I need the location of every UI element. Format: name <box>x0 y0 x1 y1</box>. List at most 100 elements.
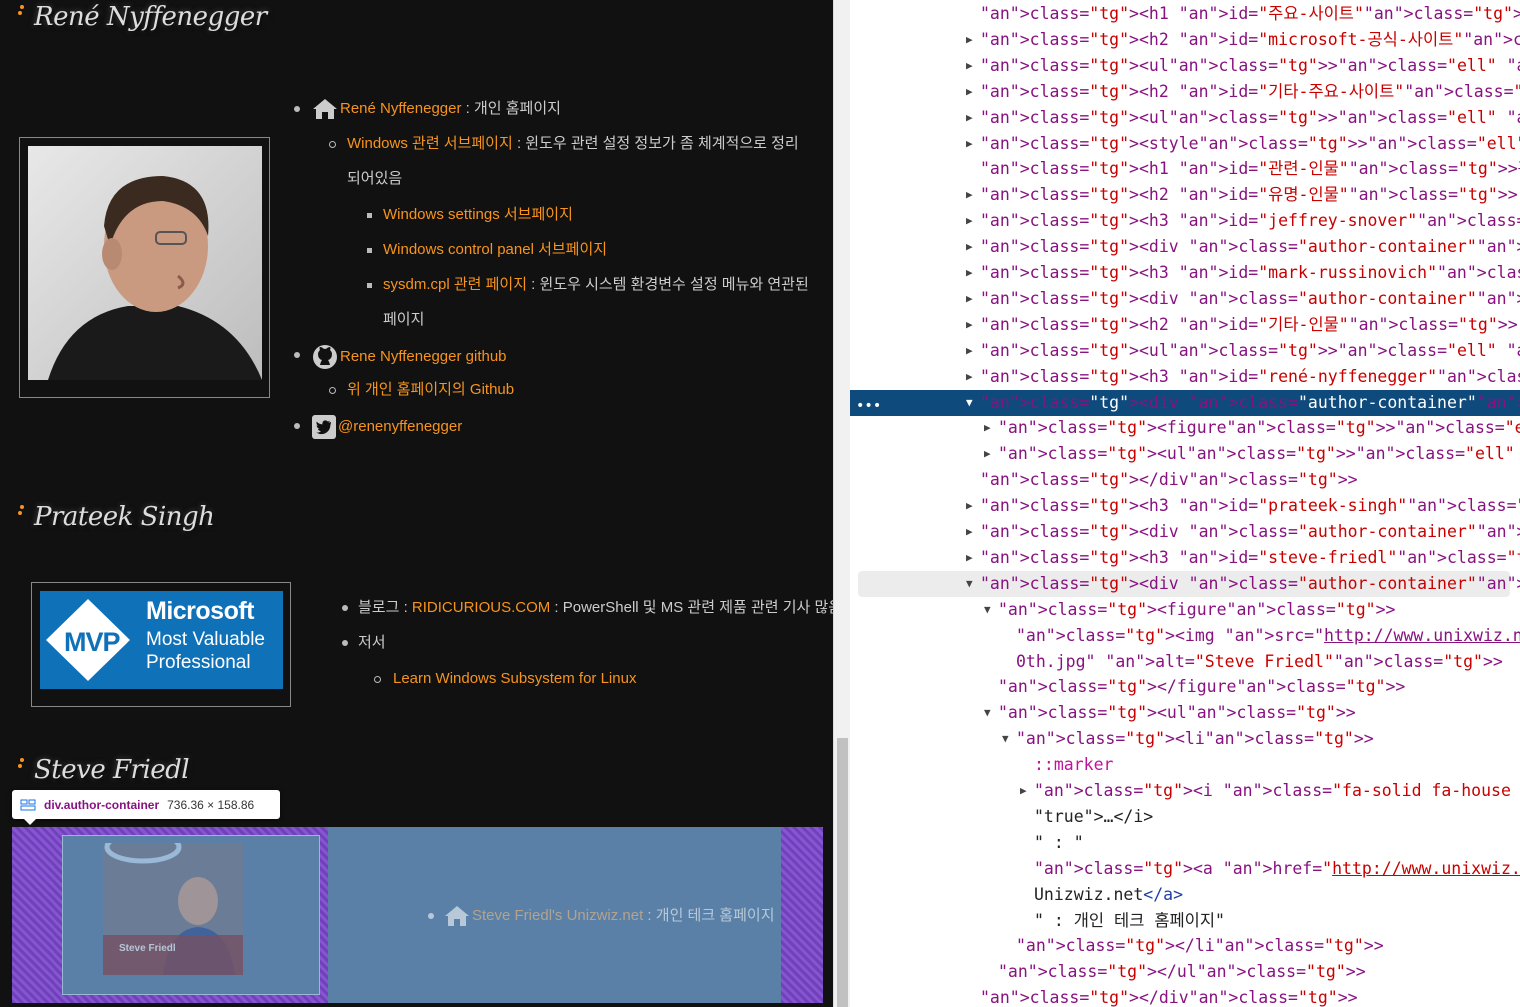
expand-triangle-icon[interactable]: ▶ <box>966 338 973 364</box>
collapse-triangle-icon[interactable]: ▼ <box>984 700 991 726</box>
expand-triangle-icon[interactable]: ▶ <box>966 105 973 131</box>
dom-node-text: "an">class="tg"><img "an">src="http://ww… <box>1016 625 1520 645</box>
expand-triangle-icon[interactable]: ▶ <box>966 545 973 571</box>
windows-control-panel-link[interactable]: Windows control panel 서브페이지 <box>383 241 607 258</box>
windows-subpage-link[interactable]: Windows 관련 서브페이지 <box>347 135 513 152</box>
dom-node-text: "an">class="tg"><h1 "an">id="관련-인물""an">… <box>980 159 1520 179</box>
dom-node-row[interactable]: 0th.jpg" "an">alt="Steve Friedl""an">cla… <box>850 649 1520 675</box>
dom-node-text: " : 개인 테크 홈페이지" <box>1034 910 1225 930</box>
collapse-triangle-icon[interactable]: ▼ <box>1002 726 1009 752</box>
dom-node-text: " : " <box>1034 832 1084 852</box>
dom-node-row[interactable]: "an">class="tg"><a "an">href="http://www… <box>850 856 1520 882</box>
dom-node-row[interactable]: ▶ "an">class="tg"><h2 "an">id="기타-인물""an"… <box>850 312 1520 338</box>
dom-node-row[interactable]: ▼ "an">class="tg"><div "an">class="author… <box>858 570 1520 597</box>
dom-node-row[interactable]: ▶ "an">class="tg"><h2 "an">id="microsoft-… <box>850 27 1520 53</box>
windows-settings-link[interactable]: Windows settings 서브페이지 <box>383 206 573 223</box>
dom-node-row[interactable]: "true">…</i> <box>850 804 1520 830</box>
heading-bullet-icon <box>18 758 26 772</box>
dom-node-row[interactable]: " : 개인 테크 홈페이지" <box>850 908 1520 934</box>
dom-node-text: "an">class="tg"><div "an">class="author-… <box>980 392 1520 412</box>
dom-node-row[interactable]: ▶ "an">class="tg"><ul"an">class="tg">>"an… <box>850 441 1520 467</box>
rene-homepage-link[interactable]: René Nyffenegger <box>340 100 461 117</box>
expand-triangle-icon[interactable]: ▶ <box>966 519 973 545</box>
dom-node-row[interactable]: "an">class="tg"><img "an">src="http://ww… <box>850 623 1520 649</box>
dom-node-row[interactable]: "an">class="tg"></figure"an">class="tg">… <box>850 674 1520 700</box>
expand-triangle-icon[interactable]: ▶ <box>966 131 973 157</box>
list-item-continuation: 페이지 <box>383 311 425 328</box>
heading-bullet-icon <box>18 5 26 19</box>
page-scrollbar[interactable] <box>833 0 850 1007</box>
expand-triangle-icon[interactable]: ▶ <box>966 493 973 519</box>
dom-node-row[interactable]: ▶ "an">class="tg"><h3 "an">id="jeffrey-sn… <box>850 208 1520 234</box>
expand-triangle-icon[interactable]: ▶ <box>966 53 973 79</box>
expand-triangle-icon[interactable]: ▶ <box>966 364 973 390</box>
dom-node-row[interactable]: ▶ "an">class="tg"><h3 "an">id="steve-frie… <box>850 545 1520 571</box>
dom-node-text: "an">class="tg"><h1 "an">id="주요-사이트""an"… <box>980 4 1520 23</box>
list-item: 위 개인 홈페이지의 Github <box>328 379 514 401</box>
dom-node-row[interactable]: ▼ "an">class="tg"><li"an">class="tg">> <box>850 726 1520 752</box>
collapse-triangle-icon[interactable]: ▼ <box>966 571 973 597</box>
rene-github-link[interactable]: Rene Nyffenegger github <box>340 348 507 365</box>
dom-node-row[interactable]: ▶ "an">class="tg"><ul"an">class="tg">>"an… <box>850 338 1520 364</box>
expand-triangle-icon[interactable]: ▶ <box>966 234 973 260</box>
dom-node-row[interactable]: ▶ "an">class="tg"><h2 "an">id="기타-주요-사이트"… <box>850 79 1520 105</box>
dom-node-row[interactable]: ▶ "an">class="tg"><style"an">class="tg">>… <box>850 131 1520 157</box>
steve-homepage-link[interactable]: Steve Friedl's Unizwiz.net <box>472 907 643 924</box>
list-item: 블로그 : RIDICURIOUS.COM : PowerShell 및 MS … <box>340 597 833 619</box>
dom-node-row[interactable]: ▶ "an">class="tg"><ul"an">class="tg">>"an… <box>850 53 1520 79</box>
heading-bullet-icon <box>18 505 26 519</box>
expand-triangle-icon[interactable]: ▶ <box>1020 778 1027 804</box>
dom-node-row[interactable]: ▶ "an">class="tg"><h3 "an">id="rené-nyffe… <box>850 364 1520 390</box>
dom-node-text: "an">class="tg"><h3 "an">id="steve-fried… <box>980 547 1520 567</box>
dom-node-text: "an">class="tg"><a "an">href="http://www… <box>1034 858 1520 878</box>
dom-node-row[interactable]: ▶ "an">class="tg"><i "an">class="fa-solid… <box>850 778 1520 804</box>
house-icon <box>445 906 469 927</box>
dom-node-row[interactable]: "an">class="tg"></li"an">class="tg">> <box>850 933 1520 959</box>
dom-node-row[interactable]: ▶ "an">class="tg"><h3 "an">id="mark-russi… <box>850 260 1520 286</box>
ridicurious-link[interactable]: RIDICURIOUS.COM <box>412 599 550 616</box>
dom-node-row[interactable]: "an">class="tg"></ul"an">class="tg">> <box>850 959 1520 985</box>
dom-node-row[interactable]: " : " <box>850 830 1520 856</box>
collapse-triangle-icon[interactable]: ▼ <box>966 390 973 416</box>
dom-node-text: "an">class="tg"><h2 "an">id="기타-주요-사이트""… <box>980 81 1520 101</box>
dom-node-row[interactable]: "an">class="tg"></div"an">class="tg">> <box>850 985 1520 1007</box>
mvp-line2: Professional <box>146 652 251 673</box>
dom-node-row[interactable]: Unizwiz.net</a> <box>850 882 1520 908</box>
expand-triangle-icon[interactable]: ▶ <box>966 312 973 338</box>
collapse-triangle-icon[interactable]: ▼ <box>984 597 991 623</box>
scrollbar-thumb[interactable] <box>837 738 848 1007</box>
expand-triangle-icon[interactable]: ▶ <box>966 208 973 234</box>
dom-node-row[interactable]: "an">class="tg"><h1 "an">id="관련-인물""an">… <box>850 156 1520 182</box>
dom-node-text: "an">class="tg"><i "an">class="fa-solid … <box>1034 781 1520 800</box>
dom-node-row[interactable]: ▼ "an">class="tg"><div "an">class="author… <box>850 389 1520 416</box>
expand-triangle-icon[interactable]: ▶ <box>966 182 973 208</box>
inspect-tooltip: div.author-container 736.36 × 158.86 <box>12 790 280 825</box>
dom-node-row[interactable]: "an">class="tg"></div"an">class="tg">> <box>850 467 1520 493</box>
homepage-github-link[interactable]: 위 개인 홈페이지의 Github <box>347 381 514 398</box>
rene-link-list: René Nyffenegger : 개인 홈페이지 Windows 관련 서브… <box>290 96 810 446</box>
dom-node-row[interactable]: ▼ "an">class="tg"><figure"an">class="tg">… <box>850 597 1520 623</box>
dom-node-row[interactable]: ▶ "an">class="tg"><div "an">class="author… <box>850 519 1520 545</box>
expand-triangle-icon[interactable]: ▶ <box>984 441 991 467</box>
expand-triangle-icon[interactable]: ▶ <box>966 286 973 312</box>
dom-node-text: "true">…</i> <box>1034 806 1154 826</box>
mvp-line1: Most Valuable <box>146 629 265 650</box>
rene-twitter-link[interactable]: @renenyffenegger <box>338 418 462 435</box>
dom-node-row[interactable]: ▶ "an">class="tg"><figure"an">class="tg">… <box>850 415 1520 441</box>
expand-triangle-icon[interactable]: ▶ <box>984 415 991 441</box>
dom-node-row[interactable]: "an">class="tg"><h1 "an">id="주요-사이트""an"… <box>850 1 1520 27</box>
dom-node-text: ::marker <box>1034 755 1114 775</box>
dom-node-row[interactable]: ▶ "an">class="tg"><h2 "an">id="유명-인물""an"… <box>850 182 1520 208</box>
dom-node-row[interactable]: ▶ "an">class="tg"><ul"an">class="tg">>"an… <box>850 105 1520 131</box>
expand-triangle-icon[interactable]: ▶ <box>966 260 973 286</box>
sysdm-cpl-link[interactable]: sysdm.cpl 관련 페이지 <box>383 276 527 293</box>
dom-node-row[interactable]: ▶ "an">class="tg"><h3 "an">id="prateek-si… <box>850 493 1520 519</box>
expand-triangle-icon[interactable]: ▶ <box>966 27 973 53</box>
expand-triangle-icon[interactable]: ▶ <box>966 79 973 105</box>
dom-node-row[interactable]: ▶ "an">class="tg"><div "an">class="author… <box>850 286 1520 312</box>
dom-node-row[interactable]: ▼ "an">class="tg"><ul"an">class="tg">> <box>850 700 1520 726</box>
dom-node-row[interactable]: ::marker <box>850 752 1520 778</box>
learn-wsl-link[interactable]: Learn Windows Subsystem for Linux <box>393 670 636 687</box>
dom-node-row[interactable]: ▶ "an">class="tg"><div "an">class="author… <box>850 234 1520 260</box>
dom-node-text: "an">class="tg"><h3 "an">id="prateek-sin… <box>980 496 1520 516</box>
